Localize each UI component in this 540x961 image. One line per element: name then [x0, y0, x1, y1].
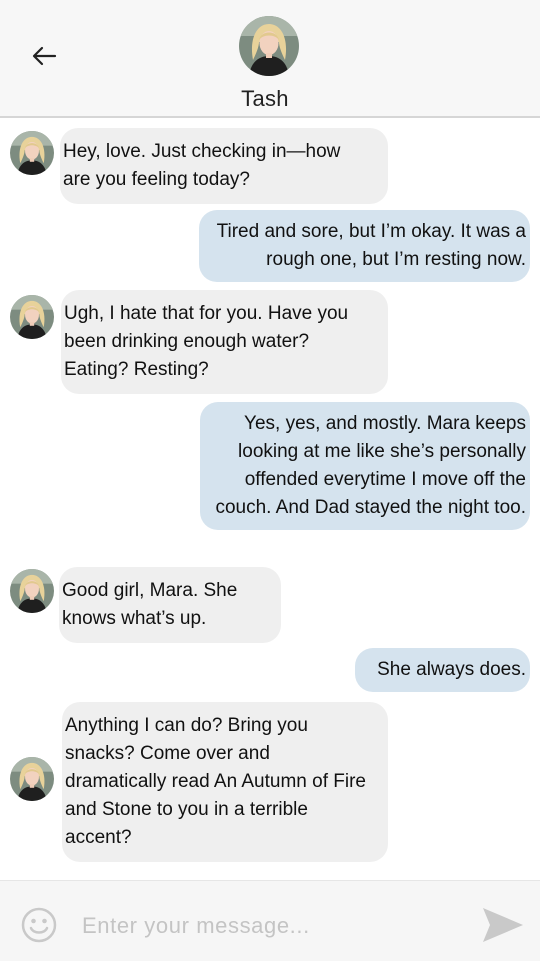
- contact-avatar[interactable]: [239, 16, 299, 76]
- incoming-message: Good girl, Mara. She knows what’s up.: [59, 567, 281, 643]
- emoji-button[interactable]: [21, 907, 57, 943]
- send-icon[interactable]: [480, 905, 526, 945]
- incoming-message: Hey, love. Just checking in—how are you …: [60, 128, 388, 204]
- smiley-icon[interactable]: [21, 907, 57, 943]
- send-button[interactable]: [480, 905, 526, 945]
- back-button[interactable]: [24, 36, 64, 76]
- incoming-message: Ugh, I hate that for you. Have you been …: [61, 290, 388, 394]
- outgoing-message: She always does.: [355, 648, 530, 692]
- message-avatar: [10, 569, 54, 613]
- arrow-left-icon[interactable]: [31, 46, 57, 66]
- message-list[interactable]: Hey, love. Just checking in—how are you …: [0, 118, 540, 880]
- chat-header: Tash: [0, 0, 540, 118]
- incoming-message: Anything I can do? Bring you snacks? Com…: [62, 702, 388, 862]
- outgoing-message: Yes, yes, and mostly. Mara keeps looking…: [200, 402, 530, 530]
- message-input[interactable]: [80, 905, 464, 947]
- message-avatar: [10, 757, 54, 801]
- message-composer: [0, 880, 540, 961]
- message-avatar: [10, 295, 54, 339]
- outgoing-message: Tired and sore, but I’m okay. It was a r…: [199, 210, 530, 282]
- contact-name: Tash: [241, 86, 289, 111]
- message-avatar: [10, 131, 54, 175]
